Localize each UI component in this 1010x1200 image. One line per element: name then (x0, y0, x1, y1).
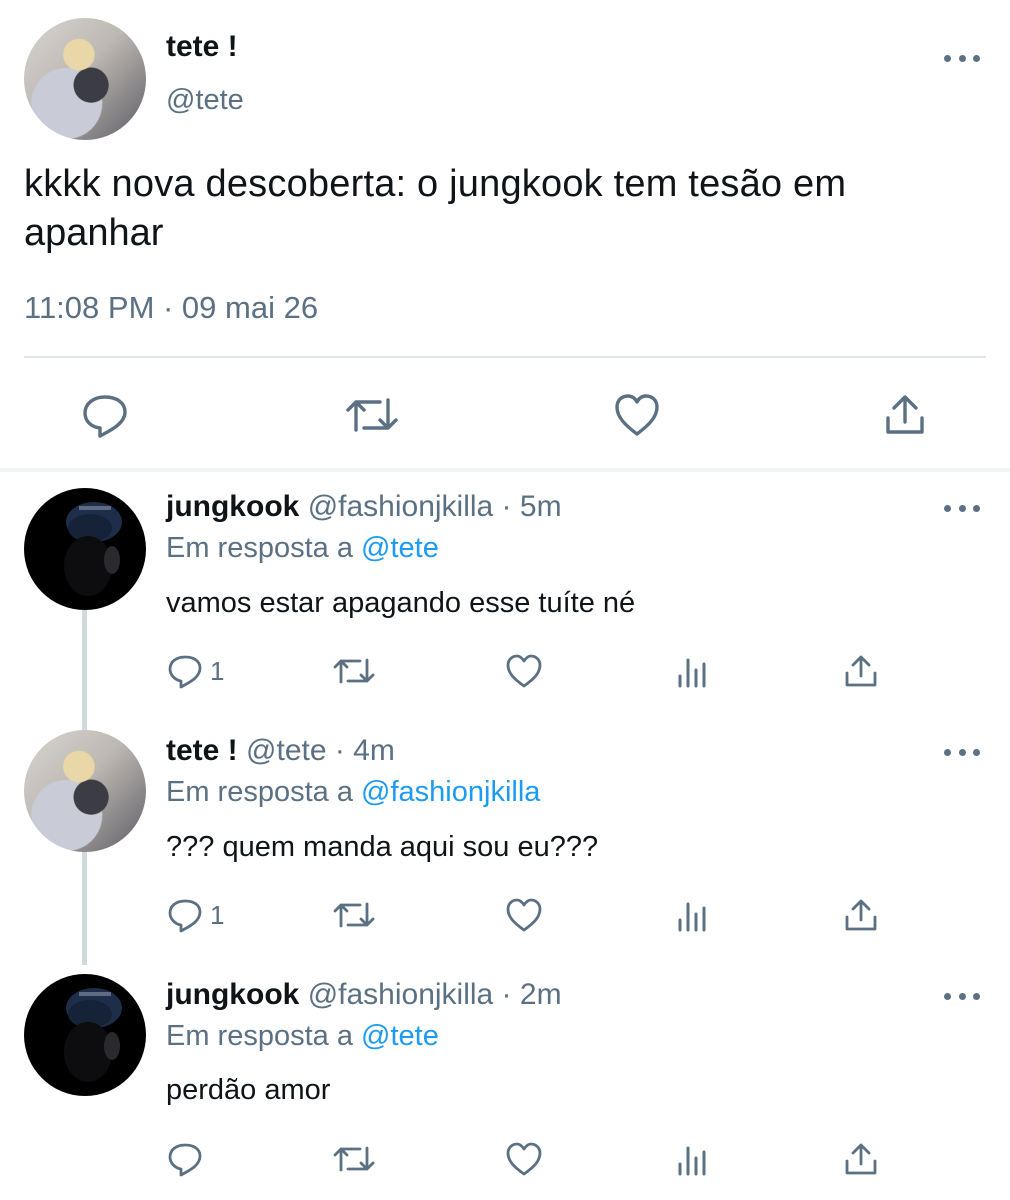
reply-avatar[interactable] (24, 730, 146, 852)
reply-to-handle[interactable]: @fashionjkilla (361, 776, 540, 808)
reply-more-icon[interactable] (944, 986, 980, 1006)
reply-to-prefix: Em resposta a (166, 1020, 353, 1052)
main-tweet-text-line-2: apanhar (24, 212, 164, 254)
section-divider (0, 468, 1010, 472)
analytics-icon[interactable] (676, 896, 712, 934)
reply-to-prefix: Em resposta a (166, 776, 353, 808)
reply-icon[interactable] (166, 1140, 204, 1178)
share-icon[interactable] (880, 390, 930, 440)
analytics-icon[interactable] (676, 652, 712, 690)
share-icon[interactable] (842, 652, 880, 690)
reply-text: perdão amor (166, 1074, 331, 1106)
reply-text: vamos estar apagando esse tuíte né (166, 587, 636, 619)
reply-count: 1 (210, 900, 225, 930)
reply-text: ??? quem manda aqui sou eu??? (166, 831, 599, 863)
share-icon[interactable] (842, 1140, 880, 1178)
reply-display-name[interactable]: jungkook (166, 490, 299, 523)
main-tweet-avatar[interactable] (24, 18, 146, 140)
reply-to-handle[interactable]: @tete (361, 1020, 439, 1052)
reply-to-line: Em resposta a @tete (166, 532, 439, 565)
reply-icon[interactable] (166, 896, 204, 934)
reply-count: 1 (210, 656, 225, 686)
reply-header: tete ! @tete · 4m (166, 734, 395, 768)
reply-to-line: Em resposta a @tete (166, 1020, 439, 1053)
like-icon[interactable] (504, 896, 544, 934)
retweet-icon[interactable] (332, 896, 376, 934)
reply-display-name[interactable]: jungkook (166, 978, 299, 1011)
reply-display-name[interactable]: tete ! (166, 734, 238, 767)
like-icon[interactable] (504, 1140, 544, 1178)
like-icon[interactable] (504, 652, 544, 690)
reply-header: jungkook @fashionjkilla · 2m (166, 978, 562, 1012)
reply-meta[interactable]: @tete · 4m (246, 734, 395, 767)
reply-to-prefix: Em resposta a (166, 532, 353, 564)
divider (24, 356, 986, 358)
main-tweet-more-icon[interactable] (944, 48, 980, 68)
reply-avatar[interactable] (24, 974, 146, 1096)
main-tweet-timestamp[interactable]: 11:08 PM · 09 mai 26 (24, 290, 318, 326)
retweet-icon[interactable] (332, 1140, 376, 1178)
main-tweet-display-name[interactable]: tete ! (166, 30, 238, 64)
analytics-icon[interactable] (676, 1140, 712, 1178)
like-icon[interactable] (612, 390, 662, 440)
reply-avatar[interactable] (24, 488, 146, 610)
reply-to-line: Em resposta a @fashionjkilla (166, 776, 540, 809)
main-tweet-handle[interactable]: @tete (166, 84, 244, 117)
retweet-icon[interactable] (332, 652, 376, 690)
main-tweet-text-line-1: kkkk nova descoberta: o jungkook tem tes… (24, 163, 847, 205)
reply-more-icon[interactable] (944, 742, 980, 762)
reply-header: jungkook @fashionjkilla · 5m (166, 490, 562, 524)
reply-more-icon[interactable] (944, 498, 980, 518)
reply-meta[interactable]: @fashionjkilla · 5m (308, 490, 562, 523)
reply-icon[interactable] (166, 652, 204, 690)
reply-icon[interactable] (80, 390, 130, 440)
reply-to-handle[interactable]: @tete (361, 532, 439, 564)
retweet-icon[interactable] (344, 390, 400, 440)
reply-meta[interactable]: @fashionjkilla · 2m (308, 978, 562, 1011)
share-icon[interactable] (842, 896, 880, 934)
